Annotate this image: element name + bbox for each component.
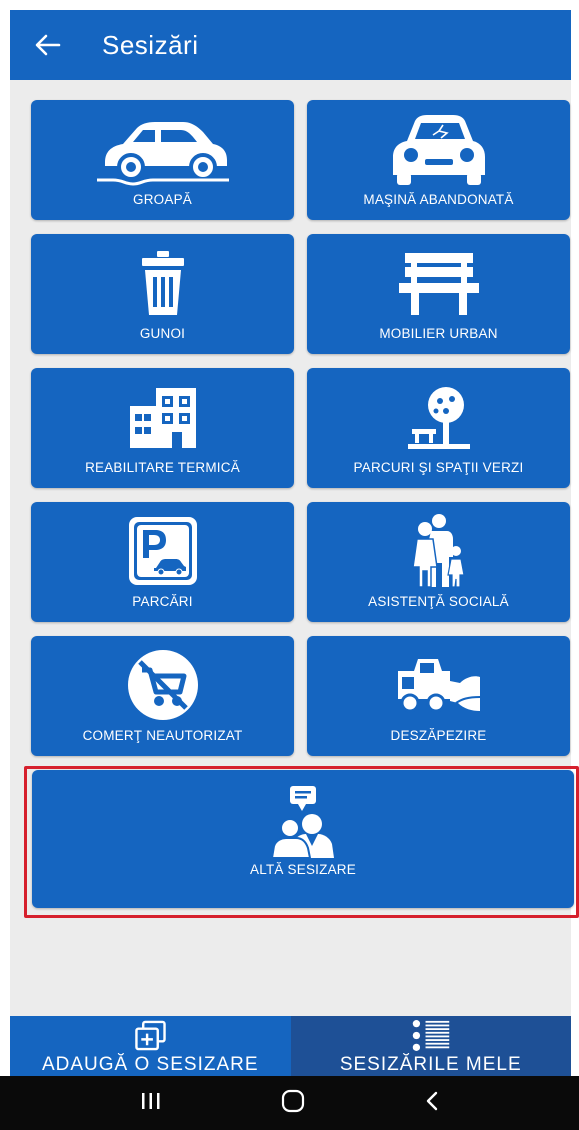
wrecked-car-icon — [392, 115, 485, 185]
nav-sesizarile-mele[interactable]: SESIZĂRILE MELE — [290, 1016, 571, 1076]
tile-label: MAŞINĂ ABANDONATĂ — [363, 192, 514, 207]
snowplow-icon — [397, 659, 480, 713]
car-pothole-icon — [96, 122, 229, 186]
nav-add-sesizare[interactable]: ADAUGĂ O SESIZARE — [10, 1016, 291, 1076]
page-title: Sesizări — [102, 29, 199, 60]
tile-label: COMERŢ NEAUTORIZAT — [82, 728, 243, 743]
tree-park-icon — [407, 387, 470, 449]
no-cart-icon — [127, 650, 198, 720]
tile-mobilier-urban[interactable]: MOBILIER URBAN — [307, 234, 570, 354]
home-button[interactable] — [281, 1089, 305, 1118]
tile-label: PARCURI ŞI SPAŢII VERZI — [353, 460, 524, 475]
tile-gunoi[interactable]: GUNOI — [31, 234, 294, 354]
people-chat-icon — [270, 786, 334, 859]
nav-label: ADAUGĂ O SESIZARE — [41, 1054, 259, 1075]
tile-label: DESZĂPEZIRE — [390, 728, 487, 743]
tile-parcuri[interactable]: PARCURI ŞI SPAŢII VERZI — [307, 368, 570, 488]
tile-label: GROAPĂ — [133, 192, 192, 207]
list-icon — [412, 1020, 449, 1051]
recents-button[interactable] — [140, 1091, 162, 1116]
tile-comert-neautorizat[interactable]: COMERŢ NEAUTORIZAT — [31, 636, 294, 756]
tile-masina-abandonata[interactable]: MAŞINĂ ABANDONATĂ — [307, 100, 570, 220]
nav-label: SESIZĂRILE MELE — [339, 1054, 522, 1075]
building-icon — [129, 388, 196, 448]
trash-can-icon — [141, 251, 184, 315]
family-icon — [411, 514, 465, 588]
tile-label: ALTĂ SESIZARE — [250, 862, 356, 877]
bottom-navigation: ADAUGĂ O SESIZARE SESIZĂRILE MELE — [10, 1016, 571, 1076]
tile-label: ASISTENŢĂ SOCIALĂ — [368, 594, 509, 609]
tile-reabilitare-termica[interactable]: REABILITARE TERMICĂ — [31, 368, 294, 488]
home-icon — [281, 1089, 304, 1112]
bench-icon — [398, 253, 479, 315]
system-navigation-bar — [0, 1076, 579, 1130]
tile-label: REABILITARE TERMICĂ — [85, 460, 240, 475]
category-grid: GROAPĂ MAŞINĂ ABANDONATĂ GUNOI MOBILIER … — [10, 80, 579, 1016]
add-layers-icon — [135, 1020, 166, 1051]
parking-sign-icon — [128, 517, 197, 585]
tile-alta-sesizare[interactable]: ALTĂ SESIZARE — [32, 770, 574, 908]
app-bar: Sesizări — [10, 10, 571, 80]
arrow-left-icon — [35, 34, 61, 56]
tile-groapa[interactable]: GROAPĂ — [31, 100, 294, 220]
tile-label: MOBILIER URBAN — [379, 326, 498, 341]
back-button[interactable] — [10, 10, 70, 80]
recents-icon — [141, 1092, 159, 1109]
system-back-button[interactable] — [424, 1090, 440, 1117]
tile-asistenta-sociala[interactable]: ASISTENŢĂ SOCIALĂ — [307, 502, 570, 622]
tile-label: GUNOI — [139, 326, 186, 341]
tile-label: PARCĂRI — [132, 594, 193, 609]
back-chevron-icon — [426, 1091, 437, 1110]
tile-deszapezire[interactable]: DESZĂPEZIRE — [307, 636, 570, 756]
tile-parcari[interactable]: PARCĂRI — [31, 502, 294, 622]
